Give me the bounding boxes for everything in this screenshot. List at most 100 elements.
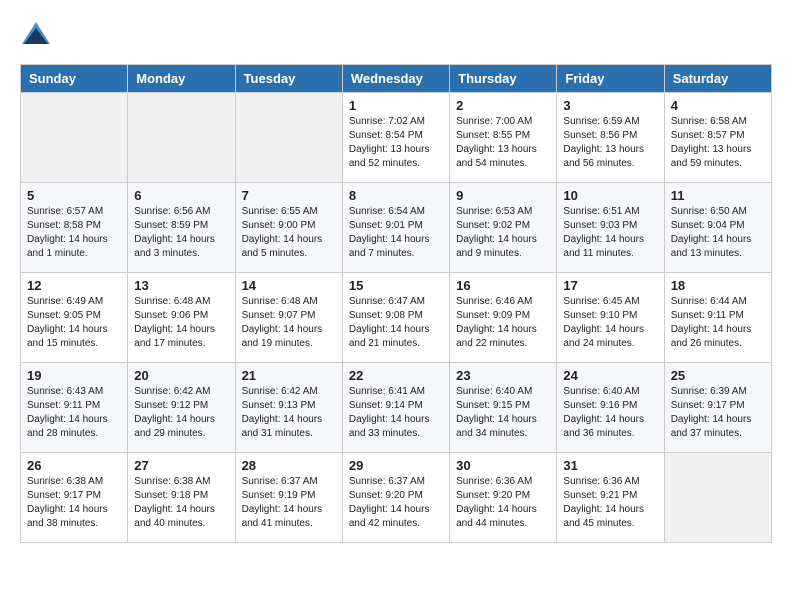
calendar-cell: 24 Sunrise: 6:40 AM Sunset: 9:16 PM Dayli… bbox=[557, 363, 664, 453]
day-info: Sunrise: 6:48 AM Sunset: 9:07 PM Dayligh… bbox=[242, 295, 336, 351]
calendar-cell bbox=[664, 453, 771, 543]
day-number: 30 bbox=[456, 458, 550, 473]
day-info: Sunrise: 6:44 AM Sunset: 9:11 PM Dayligh… bbox=[671, 295, 765, 351]
weekday-header-thursday: Thursday bbox=[450, 65, 557, 93]
day-info: Sunrise: 6:37 AM Sunset: 9:19 PM Dayligh… bbox=[242, 475, 336, 531]
day-info: Sunrise: 6:54 AM Sunset: 9:01 PM Dayligh… bbox=[349, 205, 443, 261]
day-info: Sunrise: 6:56 AM Sunset: 8:59 PM Dayligh… bbox=[134, 205, 228, 261]
day-number: 23 bbox=[456, 368, 550, 383]
calendar-cell: 9 Sunrise: 6:53 AM Sunset: 9:02 PM Daylig… bbox=[450, 183, 557, 273]
calendar-cell: 2 Sunrise: 7:00 AM Sunset: 8:55 PM Daylig… bbox=[450, 93, 557, 183]
calendar-cell: 28 Sunrise: 6:37 AM Sunset: 9:19 PM Dayli… bbox=[235, 453, 342, 543]
calendar-cell: 5 Sunrise: 6:57 AM Sunset: 8:58 PM Daylig… bbox=[21, 183, 128, 273]
day-number: 4 bbox=[671, 98, 765, 113]
calendar-cell: 20 Sunrise: 6:42 AM Sunset: 9:12 PM Dayli… bbox=[128, 363, 235, 453]
day-info: Sunrise: 7:00 AM Sunset: 8:55 PM Dayligh… bbox=[456, 115, 550, 171]
calendar-cell: 18Sunrise: 6:44 AM Sunset: 9:11 PM Dayli… bbox=[664, 273, 771, 363]
day-number: 16 bbox=[456, 278, 550, 293]
calendar-cell: 3Sunrise: 6:59 AM Sunset: 8:56 PM Daylig… bbox=[557, 93, 664, 183]
calendar-cell: 25 Sunrise: 6:39 AM Sunset: 9:17 PM Dayli… bbox=[664, 363, 771, 453]
day-number: 21 bbox=[242, 368, 336, 383]
day-number: 20 bbox=[134, 368, 228, 383]
day-number: 12 bbox=[27, 278, 121, 293]
calendar-cell: 26Sunrise: 6:38 AM Sunset: 9:17 PM Dayli… bbox=[21, 453, 128, 543]
day-number: 29 bbox=[349, 458, 443, 473]
day-number: 7 bbox=[242, 188, 336, 203]
day-number: 5 bbox=[27, 188, 121, 203]
day-info: Sunrise: 6:45 AM Sunset: 9:10 PM Dayligh… bbox=[563, 295, 657, 351]
calendar-cell: 22 Sunrise: 6:41 AM Sunset: 9:14 PM Dayli… bbox=[342, 363, 449, 453]
weekday-header-wednesday: Wednesday bbox=[342, 65, 449, 93]
day-number: 13 bbox=[134, 278, 228, 293]
calendar-cell: 13 Sunrise: 6:48 AM Sunset: 9:06 PM Dayli… bbox=[128, 273, 235, 363]
calendar-cell: 19 Sunrise: 6:43 AM Sunset: 9:11 PM Dayli… bbox=[21, 363, 128, 453]
day-number: 11 bbox=[671, 188, 765, 203]
calendar-table: SundayMondayTuesdayWednesdayThursdayFrid… bbox=[20, 64, 772, 543]
calendar-cell: 4 Sunrise: 6:58 AM Sunset: 8:57 PM Daylig… bbox=[664, 93, 771, 183]
calendar-cell: 7 Sunrise: 6:55 AM Sunset: 9:00 PM Daylig… bbox=[235, 183, 342, 273]
day-info: Sunrise: 6:38 AM Sunset: 9:17 PM Dayligh… bbox=[27, 475, 121, 531]
calendar-cell: 21 Sunrise: 6:42 AM Sunset: 9:13 PM Dayli… bbox=[235, 363, 342, 453]
weekday-header-tuesday: Tuesday bbox=[235, 65, 342, 93]
day-info: Sunrise: 6:36 AM Sunset: 9:20 PM Dayligh… bbox=[456, 475, 550, 531]
calendar-cell bbox=[21, 93, 128, 183]
day-info: Sunrise: 6:50 AM Sunset: 9:04 PM Dayligh… bbox=[671, 205, 765, 261]
day-info: Sunrise: 6:47 AM Sunset: 9:08 PM Dayligh… bbox=[349, 295, 443, 351]
day-info: Sunrise: 6:41 AM Sunset: 9:14 PM Dayligh… bbox=[349, 385, 443, 441]
day-info: Sunrise: 6:49 AM Sunset: 9:05 PM Dayligh… bbox=[27, 295, 121, 351]
logo-icon bbox=[20, 20, 52, 48]
day-info: Sunrise: 6:37 AM Sunset: 9:20 PM Dayligh… bbox=[349, 475, 443, 531]
calendar-cell: 16 Sunrise: 6:46 AM Sunset: 9:09 PM Dayli… bbox=[450, 273, 557, 363]
weekday-header-row: SundayMondayTuesdayWednesdayThursdayFrid… bbox=[21, 65, 772, 93]
day-number: 10 bbox=[563, 188, 657, 203]
day-info: Sunrise: 6:48 AM Sunset: 9:06 PM Dayligh… bbox=[134, 295, 228, 351]
calendar-cell bbox=[235, 93, 342, 183]
day-info: Sunrise: 6:36 AM Sunset: 9:21 PM Dayligh… bbox=[563, 475, 657, 531]
day-info: Sunrise: 6:39 AM Sunset: 9:17 PM Dayligh… bbox=[671, 385, 765, 441]
calendar-cell: 29 Sunrise: 6:37 AM Sunset: 9:20 PM Dayli… bbox=[342, 453, 449, 543]
day-number: 8 bbox=[349, 188, 443, 203]
day-info: Sunrise: 6:57 AM Sunset: 8:58 PM Dayligh… bbox=[27, 205, 121, 261]
calendar-cell bbox=[128, 93, 235, 183]
calendar-cell: 27Sunrise: 6:38 AM Sunset: 9:18 PM Dayli… bbox=[128, 453, 235, 543]
weekday-header-friday: Friday bbox=[557, 65, 664, 93]
day-number: 6 bbox=[134, 188, 228, 203]
day-number: 25 bbox=[671, 368, 765, 383]
weekday-header-saturday: Saturday bbox=[664, 65, 771, 93]
day-info: Sunrise: 6:42 AM Sunset: 9:12 PM Dayligh… bbox=[134, 385, 228, 441]
logo bbox=[20, 20, 54, 48]
day-info: Sunrise: 6:46 AM Sunset: 9:09 PM Dayligh… bbox=[456, 295, 550, 351]
day-number: 24 bbox=[563, 368, 657, 383]
calendar-cell: 17 Sunrise: 6:45 AM Sunset: 9:10 PM Dayli… bbox=[557, 273, 664, 363]
calendar-body: 1Sunrise: 7:02 AM Sunset: 8:54 PM Daylig… bbox=[21, 93, 772, 543]
day-number: 31 bbox=[563, 458, 657, 473]
day-number: 2 bbox=[456, 98, 550, 113]
day-info: Sunrise: 6:42 AM Sunset: 9:13 PM Dayligh… bbox=[242, 385, 336, 441]
day-info: Sunrise: 6:53 AM Sunset: 9:02 PM Dayligh… bbox=[456, 205, 550, 261]
weekday-header-monday: Monday bbox=[128, 65, 235, 93]
day-info: Sunrise: 6:51 AM Sunset: 9:03 PM Dayligh… bbox=[563, 205, 657, 261]
day-number: 19 bbox=[27, 368, 121, 383]
day-info: Sunrise: 6:58 AM Sunset: 8:57 PM Dayligh… bbox=[671, 115, 765, 171]
day-info: Sunrise: 6:43 AM Sunset: 9:11 PM Dayligh… bbox=[27, 385, 121, 441]
calendar-cell: 12 Sunrise: 6:49 AM Sunset: 9:05 PM Dayli… bbox=[21, 273, 128, 363]
day-number: 22 bbox=[349, 368, 443, 383]
calendar-cell: 31 Sunrise: 6:36 AM Sunset: 9:21 PM Dayli… bbox=[557, 453, 664, 543]
calendar-cell: 6 Sunrise: 6:56 AM Sunset: 8:59 PM Daylig… bbox=[128, 183, 235, 273]
weekday-header-sunday: Sunday bbox=[21, 65, 128, 93]
page-header bbox=[20, 20, 772, 48]
day-info: Sunrise: 6:40 AM Sunset: 9:16 PM Dayligh… bbox=[563, 385, 657, 441]
day-info: Sunrise: 6:40 AM Sunset: 9:15 PM Dayligh… bbox=[456, 385, 550, 441]
calendar-week-1: 1Sunrise: 7:02 AM Sunset: 8:54 PM Daylig… bbox=[21, 93, 772, 183]
calendar-cell: 11 Sunrise: 6:50 AM Sunset: 9:04 PM Dayli… bbox=[664, 183, 771, 273]
calendar-cell: 10 Sunrise: 6:51 AM Sunset: 9:03 PM Dayli… bbox=[557, 183, 664, 273]
calendar-cell: 1Sunrise: 7:02 AM Sunset: 8:54 PM Daylig… bbox=[342, 93, 449, 183]
day-number: 28 bbox=[242, 458, 336, 473]
day-number: 15 bbox=[349, 278, 443, 293]
day-info: Sunrise: 6:55 AM Sunset: 9:00 PM Dayligh… bbox=[242, 205, 336, 261]
calendar-cell: 15 Sunrise: 6:47 AM Sunset: 9:08 PM Dayli… bbox=[342, 273, 449, 363]
day-number: 14 bbox=[242, 278, 336, 293]
calendar-week-3: 12 Sunrise: 6:49 AM Sunset: 9:05 PM Dayli… bbox=[21, 273, 772, 363]
day-number: 9 bbox=[456, 188, 550, 203]
day-number: 17 bbox=[563, 278, 657, 293]
